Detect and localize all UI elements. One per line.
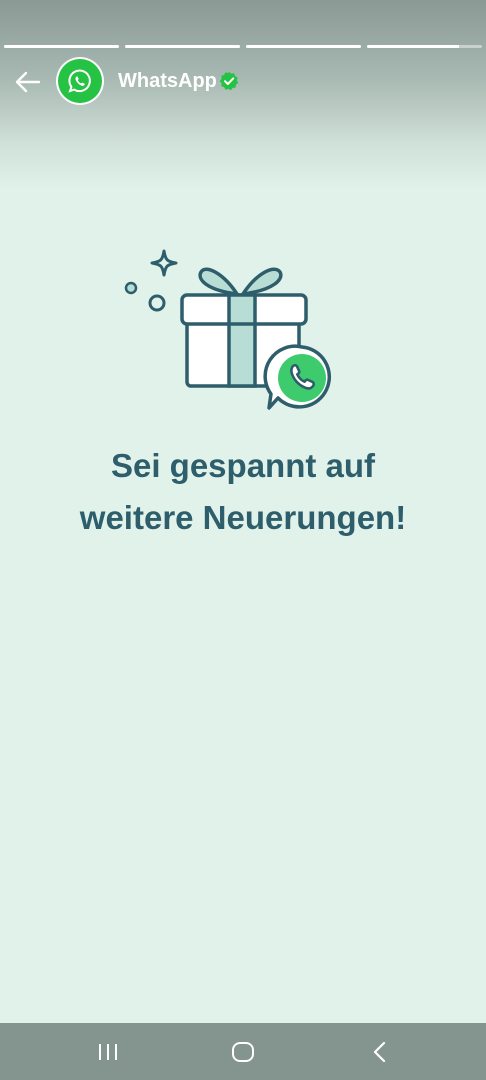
headline-line-2: weitere Neuerungen!: [79, 499, 407, 536]
recents-icon: [99, 1044, 117, 1060]
story-progress-segment: [125, 45, 240, 48]
story-progress-segment: [4, 45, 119, 48]
story-progress-segment: [246, 45, 361, 48]
home-icon: [232, 1042, 254, 1062]
channel-name[interactable]: WhatsApp: [118, 69, 217, 93]
channel-avatar[interactable]: [56, 57, 104, 105]
story-progress-bar: [4, 45, 482, 48]
headline-line-1: Sei gespannt auf: [110, 447, 376, 484]
verified-badge-icon: [219, 71, 239, 91]
system-navigation-bar: [0, 1023, 486, 1080]
arrow-left-icon: [15, 71, 41, 93]
home-button[interactable]: [223, 1035, 263, 1069]
story-progress-segment: [367, 45, 482, 48]
nav-back-icon: [373, 1041, 386, 1063]
gift-box-whatsapp-icon: [124, 249, 332, 410]
nav-back-button[interactable]: [360, 1035, 400, 1069]
recents-button[interactable]: [88, 1035, 128, 1069]
story-header: WhatsApp: [0, 56, 486, 108]
whatsapp-logo-icon: [68, 69, 91, 93]
headline: Sei gespannt auf weitere Neuerungen!: [0, 440, 486, 544]
back-button[interactable]: [10, 66, 46, 98]
